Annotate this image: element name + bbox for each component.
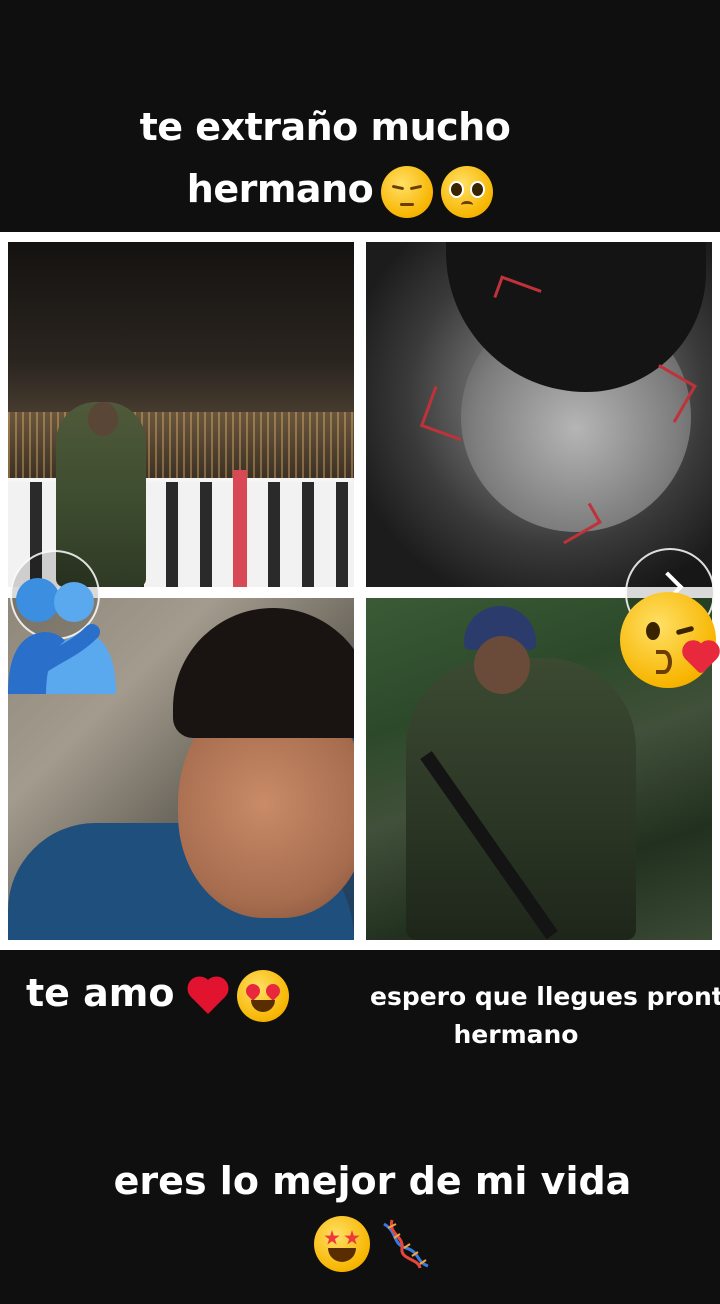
bottom-caption: eres lo mejor de mi vida [113,1159,632,1203]
espero-caption-line-1: espero que llegues pronto [370,982,720,1011]
red-heart-icon [185,973,231,1019]
te-amo-caption: te amo [26,965,289,1022]
top-caption-line-2: hermano [0,158,720,220]
dna-icon [383,1219,429,1269]
star-struck-face-icon [314,1216,370,1272]
espero-caption-line-2: hermano [453,1020,579,1049]
story-canvas: te extraño mucho hermano te amo espero q… [0,0,720,1304]
bottom-emoji-row [310,1214,450,1274]
top-caption-line-1: te extraño mucho [139,105,511,149]
pensive-face-icon [381,165,434,218]
kissing-face-with-heart-icon [620,592,717,688]
top-caption-line-2-text: hermano [186,167,374,211]
photo-soldier-overlook [8,242,354,587]
photo-portrait-bw [366,242,712,587]
top-caption: te extraño mucho hermano [0,96,720,220]
pleading-face-icon [441,165,494,218]
heart-eyes-face-icon [236,969,289,1022]
te-amo-text: te amo [26,971,175,1015]
hug-people-icon [8,578,116,694]
espero-caption: espero que llegues pronto hermano [370,978,720,1054]
